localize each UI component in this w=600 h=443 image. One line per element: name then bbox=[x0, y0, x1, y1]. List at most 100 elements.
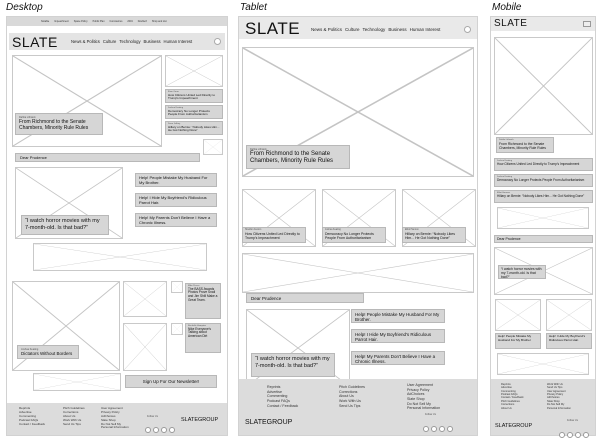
social-icon[interactable] bbox=[575, 432, 581, 438]
topnav-link[interactable]: Notable bbox=[41, 20, 49, 23]
tablet-card-caption[interactable]: Joshua Keating Democracy No Longer Prote… bbox=[322, 227, 386, 243]
desktop-side-thumb bbox=[203, 139, 223, 155]
desktop-top-nav: Notable Impeachment Space Policy Public … bbox=[7, 17, 227, 26]
social-icon[interactable] bbox=[439, 426, 445, 432]
nav-business[interactable]: Business bbox=[144, 39, 161, 44]
newsletter-signup-button[interactable]: Sign Up For Our Newsletter! bbox=[125, 375, 217, 388]
mobile-frame: SLATE Dahlia Lithwick From Richmond to t… bbox=[490, 16, 596, 438]
desktop-ad-banner bbox=[33, 243, 207, 271]
desktop-side-item[interactable]: Joshua Keating Democracy No Longer Prote… bbox=[165, 105, 223, 119]
footer-link[interactable]: Personal Information bbox=[101, 426, 129, 430]
mobile-prudence-quote[interactable]: “I watch horror movies with my 7-month-o… bbox=[498, 265, 546, 279]
footer-col: User Agreement Privacy Policy AdChoices … bbox=[407, 383, 440, 411]
nav-news-politics[interactable]: News & Politics bbox=[311, 27, 342, 32]
social-icon[interactable] bbox=[169, 427, 175, 433]
mobile-list-item[interactable]: Elliot Hannon Hillary on Bernie: “Nobody… bbox=[494, 190, 593, 203]
topnav-link[interactable]: DoubleX bbox=[138, 20, 147, 23]
topnav-link[interactable]: Coronavirus bbox=[110, 20, 123, 23]
topnav-link[interactable]: Public Plan bbox=[93, 20, 105, 23]
desktop-prudence-quote[interactable]: “I watch horror movies with my 7-month-o… bbox=[21, 215, 109, 235]
tablet-logo[interactable]: SLATE bbox=[245, 19, 300, 39]
desktop-right-thumb bbox=[171, 281, 183, 293]
footer-logo[interactable]: SLATEGROUP bbox=[181, 417, 218, 423]
tablet-dear-prudence[interactable]: Dear Prudence bbox=[246, 293, 364, 303]
mobile-help-item[interactable]: Help! I Hide My Boyfriend's Ridiculous P… bbox=[546, 333, 592, 349]
topnav-link[interactable]: Shop and List bbox=[152, 20, 167, 23]
mobile-dear-prudence[interactable]: Dear Prudence bbox=[494, 235, 593, 243]
social-icon[interactable] bbox=[431, 426, 437, 432]
social-icon[interactable] bbox=[583, 432, 589, 438]
nav-technology[interactable]: Technology bbox=[119, 39, 140, 44]
footer-link[interactable]: Send Us Tips bbox=[63, 422, 85, 427]
tablet-prudence-quote[interactable]: “I watch horror movies with my 7-month-o… bbox=[251, 353, 335, 377]
card-headline: How Citizens United Led Directly to Trum… bbox=[245, 231, 300, 240]
mobile-list-item[interactable]: Joshua Keating How Citizens United Led D… bbox=[494, 158, 593, 171]
mobile-list-item[interactable]: Joshua Keating Democracy No Longer Prote… bbox=[494, 174, 593, 187]
social-icon[interactable] bbox=[567, 432, 573, 438]
footer-link[interactable]: Personal Information bbox=[407, 406, 440, 411]
mobile-logo[interactable]: SLATE bbox=[494, 18, 527, 29]
footer-logo[interactable]: SLATEGROUP bbox=[495, 423, 532, 429]
nav-human-interest[interactable]: Human Interest bbox=[410, 27, 441, 32]
mobile-title: Mobile bbox=[492, 2, 522, 13]
nav-news-politics[interactable]: News & Politics bbox=[71, 39, 100, 44]
nav-culture[interactable]: Culture bbox=[103, 39, 117, 44]
desktop-side-item[interactable]: Dave Jeffrey Hillary on Bernie: “Nobody … bbox=[165, 121, 223, 135]
desktop-side-item[interactable]: Ilhan Omar How Citizens United Led Direc… bbox=[165, 89, 223, 103]
tablet-footer: Reprints Advertise Commenting Podcast FA… bbox=[239, 379, 477, 435]
tablet-hero-caption[interactable]: Dahlia Lithwick From Richmond to the Sen… bbox=[246, 145, 350, 169]
social-icon[interactable] bbox=[423, 426, 429, 432]
footer-link[interactable]: Personal Information bbox=[547, 407, 571, 410]
item-headline: Democracy No Longer Protects People From… bbox=[497, 177, 585, 182]
footer-col: Reprints Advertise Commenting Podcast FA… bbox=[501, 383, 524, 410]
footer-logo[interactable]: SLATEGROUP bbox=[245, 419, 292, 426]
nav-human-interest[interactable]: Human Interest bbox=[164, 39, 193, 44]
search-icon[interactable] bbox=[214, 38, 221, 45]
footer-link[interactable]: Contact / Feedback bbox=[267, 404, 298, 409]
footer-link[interactable]: About Us bbox=[501, 407, 524, 410]
desktop-help-item[interactable]: Help! People Mistake My Husband For My B… bbox=[135, 173, 217, 187]
desktop-help-item[interactable]: Help! I Hide My Boyfriend's Ridiculous P… bbox=[135, 193, 217, 207]
desktop-hero-caption[interactable]: Dahlia Lithwick From Richmond to the Sen… bbox=[15, 113, 103, 135]
mobile-hero-caption[interactable]: Dahlia Lithwick From Richmond to the Sen… bbox=[496, 137, 554, 153]
caption-headline: From Richmond to the Senate Chambers, Mi… bbox=[19, 119, 89, 131]
social-icon[interactable] bbox=[161, 427, 167, 433]
topnav-link[interactable]: Space Policy bbox=[74, 20, 88, 23]
topnav-link[interactable]: Impeachment bbox=[54, 20, 68, 23]
desktop-right-item[interactable]: Rachelle Hampton Nike Everyone's Talking… bbox=[185, 323, 221, 353]
tablet-help-item[interactable]: Help! People Mistake My Husband For My B… bbox=[351, 309, 445, 323]
tablet-help-item[interactable]: Help! I Hide My Boyfriend's Ridiculous P… bbox=[351, 329, 445, 343]
social-icon[interactable] bbox=[559, 432, 565, 438]
footer-link[interactable]: Pitch Guidelines bbox=[339, 385, 365, 390]
footer-col: Work With Us Send Us Tips User Agreement… bbox=[547, 383, 571, 410]
topnav-link[interactable]: 2019 bbox=[127, 20, 132, 23]
desktop-dear-prudence[interactable]: Dear Prudence bbox=[15, 153, 200, 162]
tablet-card-caption[interactable]: Sheldon Fenton How Citizens United Led D… bbox=[242, 227, 306, 243]
caption-headline: From Richmond to the Senate Chambers, Mi… bbox=[499, 141, 546, 150]
footer-link[interactable]: Send Us Tips bbox=[339, 404, 365, 409]
tablet-help-item[interactable]: Help! My Parents Don't Believe I Have a … bbox=[351, 351, 445, 365]
mobile-help-image bbox=[495, 299, 541, 331]
mobile-help-item[interactable]: Help! People Mistake My Husband For My B… bbox=[495, 333, 541, 349]
footer-link[interactable]: Contact / Feedback bbox=[19, 422, 45, 427]
nav-culture[interactable]: Culture bbox=[345, 27, 360, 32]
social-icon[interactable] bbox=[447, 426, 453, 432]
mobile-footer: Reprints Advertise Commenting Podcast FA… bbox=[491, 379, 595, 438]
search-icon[interactable] bbox=[464, 26, 471, 33]
desktop-right-item[interactable]: Mike Pesca The BASS Awards Photos Prove … bbox=[185, 283, 221, 319]
tablet-card-caption[interactable]: Elliot Hannon Hillary on Bernie: “Nobody… bbox=[402, 227, 466, 243]
desktop-logo[interactable]: SLATE bbox=[12, 34, 58, 50]
social-icons bbox=[145, 420, 177, 438]
side-headline: The BASS Awards Photos Prove Snail and J… bbox=[188, 286, 218, 303]
desktop-help-item[interactable]: Help! My Parents Don't Believe I Have a … bbox=[135, 213, 217, 227]
follow-us-label: Follow Us bbox=[567, 419, 578, 422]
hamburger-menu-icon[interactable] bbox=[583, 21, 591, 27]
nav-technology[interactable]: Technology bbox=[363, 27, 386, 32]
follow-us-label: Follow Us bbox=[425, 413, 436, 416]
item-headline: Hillary on Bernie: “Nobody Likes Him... … bbox=[497, 193, 585, 198]
nav-business[interactable]: Business bbox=[388, 27, 406, 32]
desktop-bottom-caption[interactable]: Joshua Keating Dictators Without Borders bbox=[17, 345, 79, 359]
social-icon[interactable] bbox=[145, 427, 151, 433]
social-icon[interactable] bbox=[153, 427, 159, 433]
mobile-help-image bbox=[546, 299, 592, 331]
